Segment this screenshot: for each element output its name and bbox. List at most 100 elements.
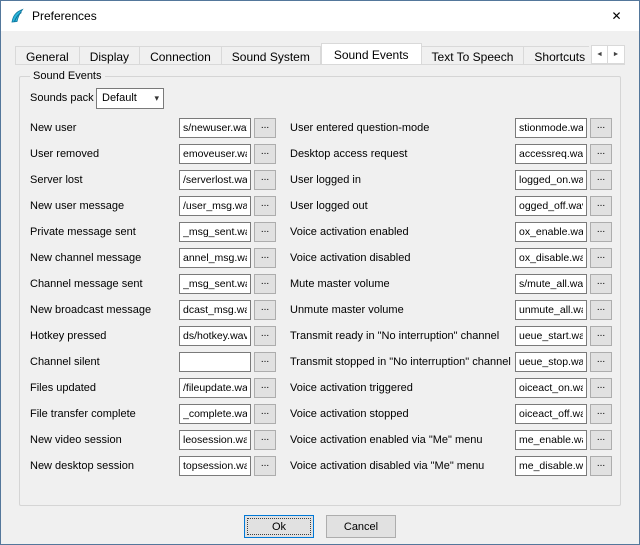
sounds-pack-select[interactable]: Default ▾ xyxy=(96,88,164,109)
browse-button[interactable]: ... xyxy=(590,300,612,320)
sound-event-label: Mute master volume xyxy=(290,278,515,290)
sound-file-input[interactable] xyxy=(179,456,251,476)
browse-button[interactable]: ... xyxy=(254,326,276,346)
browse-button[interactable]: ... xyxy=(590,170,612,190)
tab-text-to-speech[interactable]: Text To Speech xyxy=(422,46,525,65)
sound-file-input[interactable] xyxy=(515,118,587,138)
tab-display[interactable]: Display xyxy=(80,46,140,65)
sound-file-input[interactable] xyxy=(515,170,587,190)
sound-file-input[interactable] xyxy=(179,118,251,138)
browse-button[interactable]: ... xyxy=(590,456,612,476)
browse-button[interactable]: ... xyxy=(590,144,612,164)
tab-sound-events[interactable]: Sound Events xyxy=(321,43,422,65)
sound-file-input[interactable] xyxy=(179,144,251,164)
sound-file-input[interactable] xyxy=(515,456,587,476)
sound-file-input[interactable] xyxy=(179,274,251,294)
sound-file-input[interactable] xyxy=(179,222,251,242)
sound-event-label: Channel message sent xyxy=(30,278,179,290)
sound-event-label: Voice activation triggered xyxy=(290,382,515,394)
sound-event-row: Transmit ready in "No interruption" chan… xyxy=(290,326,612,346)
browse-button[interactable]: ... xyxy=(254,170,276,190)
sound-file-input[interactable] xyxy=(515,248,587,268)
browse-button[interactable]: ... xyxy=(254,430,276,450)
browse-button[interactable]: ... xyxy=(254,196,276,216)
browse-button[interactable]: ... xyxy=(254,222,276,242)
sound-file-input[interactable] xyxy=(515,196,587,216)
sound-event-label: User logged out xyxy=(290,200,515,212)
tab-general[interactable]: General xyxy=(15,46,80,65)
groupbox-title: Sound Events xyxy=(30,70,105,82)
browse-button[interactable]: ... xyxy=(254,404,276,424)
sounds-pack-value: Default xyxy=(102,92,154,104)
browse-button[interactable]: ... xyxy=(590,118,612,138)
sound-event-row: Channel message sent... xyxy=(30,274,276,294)
browse-button[interactable]: ... xyxy=(254,378,276,398)
browse-button[interactable]: ... xyxy=(590,326,612,346)
close-button[interactable]: ✕ xyxy=(594,1,639,31)
sound-file-input[interactable] xyxy=(515,378,587,398)
tab-sound-system[interactable]: Sound System xyxy=(222,46,321,65)
tab-scroll-right-button[interactable]: ► xyxy=(608,45,625,64)
browse-button[interactable]: ... xyxy=(590,430,612,450)
sound-file-input[interactable] xyxy=(179,248,251,268)
sound-event-label: New video session xyxy=(30,434,179,446)
sound-file-input[interactable] xyxy=(179,378,251,398)
sound-events-columns: New user...User removed...Server lost...… xyxy=(30,118,612,482)
sound-file-input[interactable] xyxy=(515,222,587,242)
sound-event-label: Files updated xyxy=(30,382,179,394)
sound-event-row: Hotkey pressed... xyxy=(30,326,276,346)
browse-button[interactable]: ... xyxy=(590,404,612,424)
app-icon xyxy=(9,8,25,24)
browse-button[interactable]: ... xyxy=(590,196,612,216)
sound-file-input[interactable] xyxy=(179,300,251,320)
browse-button[interactable]: ... xyxy=(590,378,612,398)
sound-file-input[interactable] xyxy=(179,196,251,216)
sound-file-input[interactable] xyxy=(179,404,251,424)
sound-file-input[interactable] xyxy=(515,326,587,346)
tab-shortcuts[interactable]: Shortcuts xyxy=(524,46,596,65)
tab-connection[interactable]: Connection xyxy=(140,46,222,65)
browse-button[interactable]: ... xyxy=(590,274,612,294)
sound-event-row: Voice activation disabled... xyxy=(290,248,612,268)
sound-event-row: Private message sent... xyxy=(30,222,276,242)
sound-event-row: User entered question-mode... xyxy=(290,118,612,138)
sound-file-input[interactable] xyxy=(179,352,251,372)
sound-event-row: Mute master volume... xyxy=(290,274,612,294)
arrow-left-icon: ◄ xyxy=(596,51,603,58)
sound-file-input[interactable] xyxy=(179,430,251,450)
sound-file-input[interactable] xyxy=(515,430,587,450)
browse-button[interactable]: ... xyxy=(590,352,612,372)
ok-button[interactable]: Ok xyxy=(244,515,314,538)
browse-button[interactable]: ... xyxy=(590,248,612,268)
titlebar: Preferences ✕ xyxy=(1,1,639,31)
browse-button[interactable]: ... xyxy=(254,300,276,320)
sound-event-row: User logged out... xyxy=(290,196,612,216)
sound-event-label: Voice activation enabled xyxy=(290,226,515,238)
browse-button[interactable]: ... xyxy=(254,274,276,294)
sound-file-input[interactable] xyxy=(515,274,587,294)
sound-event-row: Transmit stopped in "No interruption" ch… xyxy=(290,352,612,372)
sound-file-input[interactable] xyxy=(515,144,587,164)
sound-file-input[interactable] xyxy=(515,352,587,372)
sound-events-groupbox: Sound Events Sounds pack Default ▾ New u… xyxy=(19,70,621,506)
dialog-footer: Ok Cancel xyxy=(19,515,621,538)
sound-file-input[interactable] xyxy=(515,404,587,424)
browse-button[interactable]: ... xyxy=(254,456,276,476)
cancel-button[interactable]: Cancel xyxy=(326,515,396,538)
browse-button[interactable]: ... xyxy=(590,222,612,242)
browse-button[interactable]: ... xyxy=(254,248,276,268)
tab-scroll-left-button[interactable]: ◄ xyxy=(591,45,608,64)
sound-event-label: Unmute master volume xyxy=(290,304,515,316)
browse-button[interactable]: ... xyxy=(254,118,276,138)
sound-file-input[interactable] xyxy=(515,300,587,320)
tab-scroll-control: ◄ ► xyxy=(589,45,625,64)
sound-event-label: New broadcast message xyxy=(30,304,179,316)
browse-button[interactable]: ... xyxy=(254,352,276,372)
sound-file-input[interactable] xyxy=(179,170,251,190)
browse-button[interactable]: ... xyxy=(254,144,276,164)
sound-event-label: File transfer complete xyxy=(30,408,179,420)
sound-event-row: Server lost... xyxy=(30,170,276,190)
sound-file-input[interactable] xyxy=(179,326,251,346)
sound-event-row: Voice activation enabled... xyxy=(290,222,612,242)
sound-event-row: Voice activation disabled via "Me" menu.… xyxy=(290,456,612,476)
